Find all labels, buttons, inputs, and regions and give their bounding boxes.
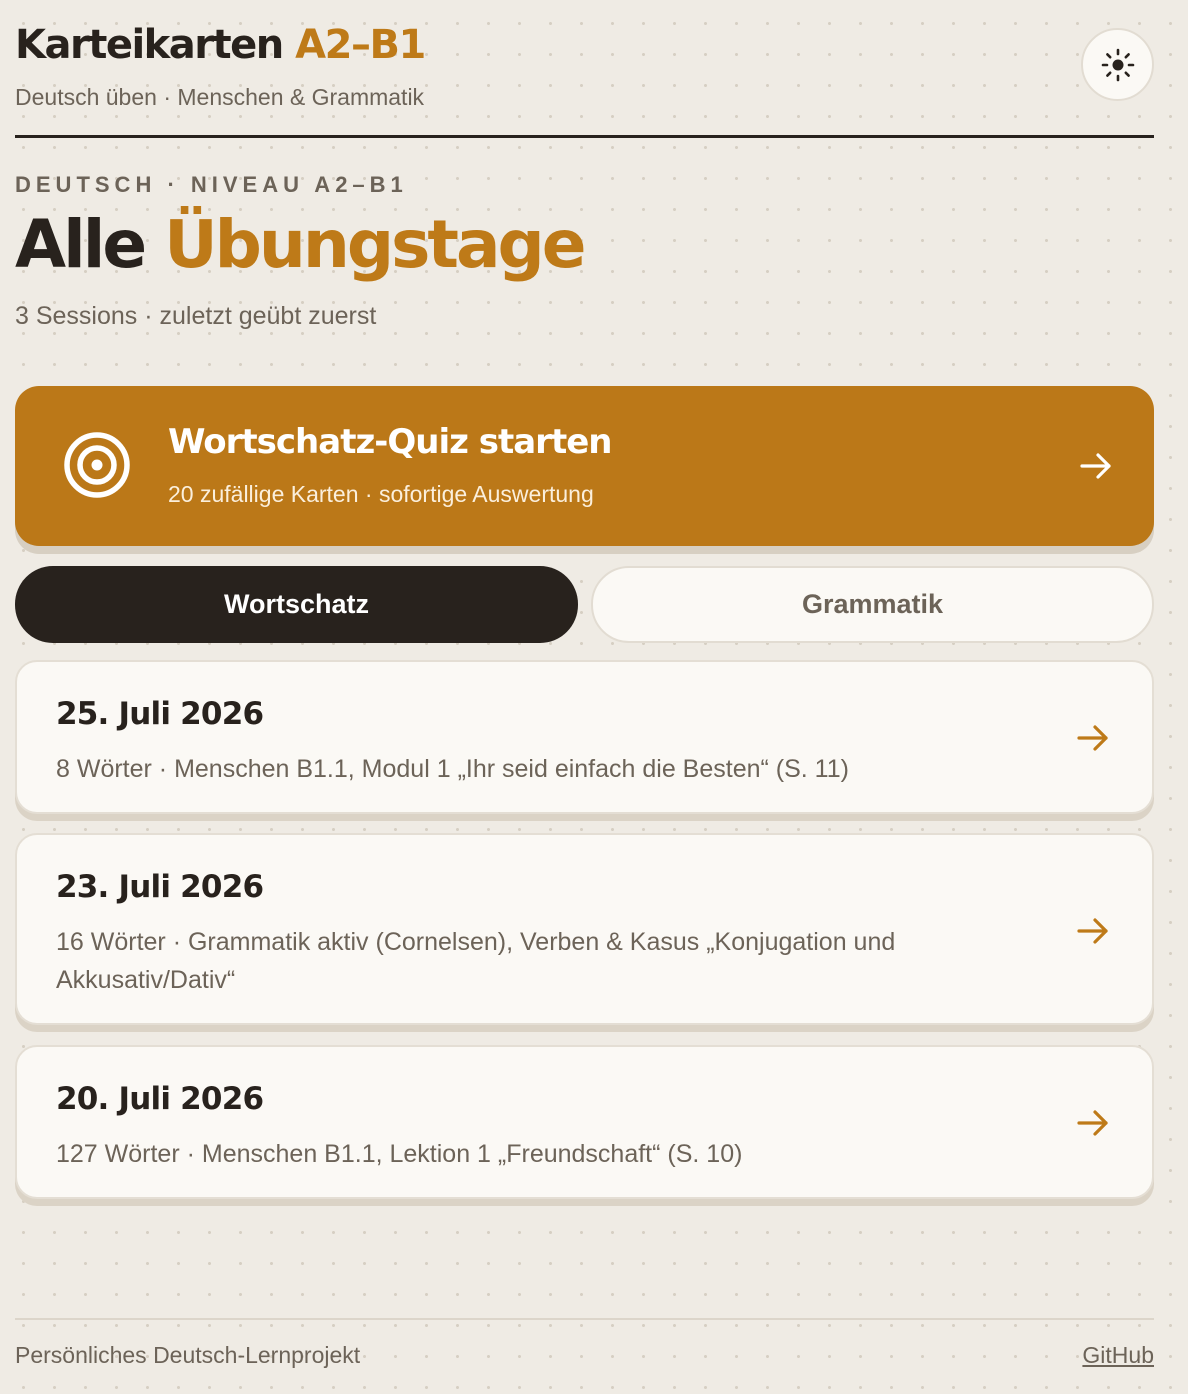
session-card[interactable]: 23. Juli 2026 16 Wörter · Grammatik akti… bbox=[15, 833, 1154, 1025]
session-date: 25. Juli 2026 bbox=[56, 696, 264, 732]
session-description: 8 Wörter · Menschen B1.1, Modul 1 „Ihr s… bbox=[56, 755, 849, 783]
arrow-right-icon bbox=[1080, 453, 1111, 479]
sessions-meta: 3 Sessions · zuletzt geübt zuerst bbox=[15, 302, 377, 330]
arrow-right-icon bbox=[1077, 918, 1108, 944]
arrow-right-icon bbox=[1077, 1110, 1108, 1136]
tab-grammatik[interactable]: Grammatik bbox=[591, 566, 1154, 643]
app-title-accent: A2–B1 bbox=[295, 22, 426, 68]
app-header: Karteikarten A2–B1 Deutsch üben · Mensch… bbox=[15, 0, 1154, 138]
page-title: Alle Übungstage bbox=[15, 206, 587, 283]
page-title-accent: Übungstage bbox=[164, 206, 586, 283]
theme-toggle-button[interactable] bbox=[1081, 28, 1154, 101]
session-description: 16 Wörter · Grammatik aktiv (Cornelsen),… bbox=[56, 928, 896, 994]
session-card[interactable]: 20. Juli 2026 127 Wörter · Menschen B1.1… bbox=[15, 1045, 1154, 1199]
arrow-right-icon bbox=[1077, 725, 1108, 751]
app-title: Karteikarten A2–B1 bbox=[15, 22, 426, 68]
app-subtitle: Deutsch üben · Menschen & Grammatik bbox=[15, 84, 425, 110]
session-date: 20. Juli 2026 bbox=[56, 1081, 264, 1117]
page-title-text: Alle bbox=[15, 206, 147, 283]
footer-text: Persönliches Deutsch-Lernprojekt bbox=[15, 1342, 361, 1368]
tab-wortschatz[interactable]: Wortschatz bbox=[15, 566, 578, 643]
quiz-title: Wortschatz-Quiz starten bbox=[168, 422, 612, 462]
level-eyebrow: DEUTSCH · NIVEAU A2–B1 bbox=[15, 172, 408, 197]
page-footer: Persönliches Deutsch-Lernprojekt GitHub bbox=[15, 1318, 1154, 1394]
session-description: 127 Wörter · Menschen B1.1, Lektion 1 „F… bbox=[56, 1140, 743, 1168]
quiz-subtitle: 20 zufällige Karten · sofortige Auswertu… bbox=[168, 481, 594, 507]
session-card[interactable]: 25. Juli 2026 8 Wörter · Menschen B1.1, … bbox=[15, 660, 1154, 814]
page: Karteikarten A2–B1 Deutsch üben · Mensch… bbox=[15, 0, 1154, 1368]
github-link[interactable]: GitHub bbox=[1082, 1342, 1154, 1369]
session-date: 23. Juli 2026 bbox=[56, 869, 264, 905]
target-icon bbox=[64, 432, 130, 498]
app-title-text: Karteikarten bbox=[15, 22, 284, 68]
sun-icon bbox=[1101, 48, 1134, 81]
start-quiz-button[interactable]: Wortschatz-Quiz starten 20 zufällige Kar… bbox=[15, 386, 1154, 546]
